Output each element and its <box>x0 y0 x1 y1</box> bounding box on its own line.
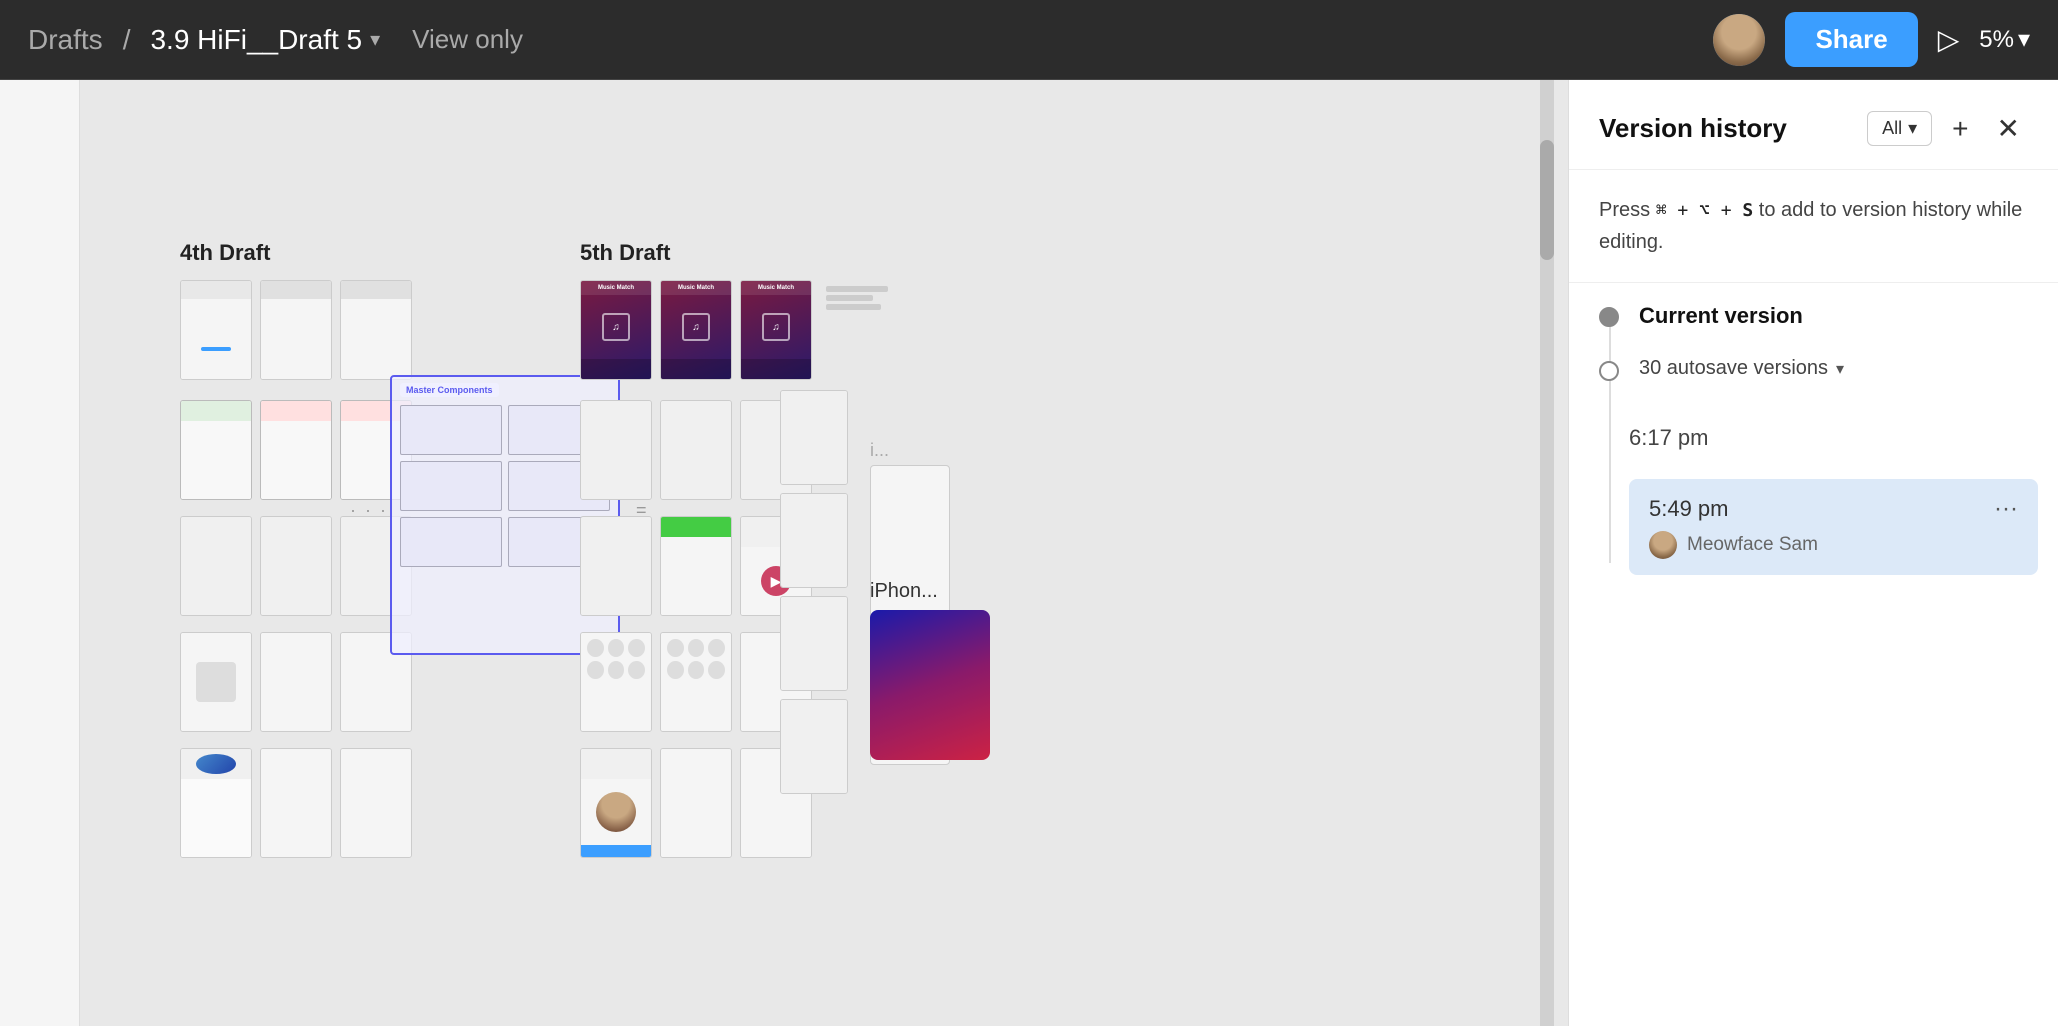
timeline-content-autosave: 30 autosave versions ▾ <box>1639 357 2028 380</box>
breadcrumb-separator: / <box>123 24 131 56</box>
version-history-panel: Version history All ▾ + ✕ Press ⌘ + ⌥ + … <box>1568 80 2058 1026</box>
scrollbar-track[interactable] <box>1540 80 1554 1026</box>
mockup-text-placeholder <box>820 280 910 380</box>
mockup-cell <box>580 748 652 858</box>
keyboard-shortcut: ⌘ + ⌥ + S <box>1656 200 1754 221</box>
panel-hint: Press ⌘ + ⌥ + S to add to version histor… <box>1569 170 2058 283</box>
version-more-button[interactable]: ··· <box>1994 495 2018 523</box>
panel-body[interactable]: Current version 30 autosave versions ▾ <box>1569 283 2058 1026</box>
autosave-chevron-icon: ▾ <box>1836 359 1844 379</box>
autosave-label: 30 autosave versions ▾ <box>1639 357 2028 380</box>
mockup-cell <box>660 516 732 616</box>
author-name: Meowface Sam <box>1687 534 1818 556</box>
timeline-dot <box>1599 361 1619 381</box>
draft5-row1: Music Match ♫ Music Match ♫ Music Match … <box>580 280 910 380</box>
draft5-label: 5th Draft <box>580 240 670 266</box>
mockup-cell <box>180 400 252 500</box>
avatar[interactable] <box>1713 14 1765 66</box>
breadcrumb-parent[interactable]: Drafts <box>28 24 103 56</box>
breadcrumb-current[interactable]: 3.9 HiFi__Draft 5 ▾ <box>150 24 380 56</box>
current-version-label: Current version <box>1639 303 2028 329</box>
left-sidebar <box>0 80 80 1026</box>
filter-button[interactable]: All ▾ <box>1867 111 1932 146</box>
draft5-rows-lower: ▶ <box>580 400 812 858</box>
mockup-cell <box>660 748 732 858</box>
current-version-item[interactable]: Current version <box>1599 303 2028 329</box>
mockup-cell <box>180 516 252 616</box>
mockup-cell <box>340 280 412 380</box>
mockup-cell <box>180 280 252 380</box>
mockup-cell <box>260 632 332 732</box>
gradient-phone <box>870 610 990 760</box>
canvas-area[interactable]: 4th Draft 5th Draft <box>0 80 1568 1026</box>
mockup-cell <box>260 516 332 616</box>
draft4-label: 4th Draft <box>180 240 270 266</box>
mockup-cell <box>580 400 652 500</box>
topbar-left: Drafts / 3.9 HiFi__Draft 5 ▾ View only <box>28 24 1713 56</box>
mockup-cell <box>340 748 412 858</box>
version-549-item[interactable]: 5:49 pm ··· Meowface Sam <box>1599 479 2028 575</box>
version-author: Meowface Sam <box>1649 531 2018 559</box>
main-layout: 4th Draft 5th Draft <box>0 80 2058 1026</box>
timeline: Current version 30 autosave versions ▾ <box>1599 303 2028 575</box>
mockup-cell <box>780 493 848 588</box>
mockup-dark-cell: Music Match ♫ <box>660 280 732 380</box>
close-panel-button[interactable]: ✕ <box>1989 108 2028 149</box>
mockup-cell <box>260 748 332 858</box>
panel-title: Version history <box>1599 113 1855 144</box>
panel-header: Version history All ▾ + ✕ <box>1569 80 2058 170</box>
mockup-cell <box>780 390 848 485</box>
draft4-rows-lower <box>180 400 412 858</box>
dots-separator: · · · <box>350 500 388 521</box>
mini-avatar <box>1649 531 1677 559</box>
mockup-cell <box>780 699 848 794</box>
topbar: Drafts / 3.9 HiFi__Draft 5 ▾ View only S… <box>0 0 2058 80</box>
mockup-dark-cell: Music Match ♫ <box>580 280 652 380</box>
share-button[interactable]: Share <box>1785 12 1917 67</box>
breadcrumb-chevron-icon: ▾ <box>370 27 380 52</box>
mockup-cell <box>580 516 652 616</box>
mockup-cell <box>660 632 732 732</box>
mockup-cell <box>580 632 652 732</box>
mockup-cell <box>180 632 252 732</box>
autosave-versions-item[interactable]: 30 autosave versions ▾ <box>1599 357 2028 381</box>
view-only-badge: View only <box>412 24 523 55</box>
mockup-cell <box>780 596 848 691</box>
draft4-row1 <box>180 280 412 380</box>
timeline-dot <box>1599 307 1619 327</box>
mockup-cell <box>260 400 332 500</box>
version-549-selected[interactable]: 5:49 pm ··· Meowface Sam <box>1629 479 2038 575</box>
version-617-item[interactable]: 6:17 pm <box>1629 409 2028 451</box>
play-button[interactable]: ▷ <box>1938 23 1960 56</box>
version-time-549: 5:49 pm <box>1649 496 1729 522</box>
version-time-617: 6:17 pm <box>1629 425 2028 451</box>
draft5-right-group <box>780 390 848 794</box>
timeline-content-current: Current version <box>1639 303 2028 329</box>
topbar-right: Share ▷ 5% ▾ <box>1713 12 2030 67</box>
canvas-content[interactable]: 4th Draft 5th Draft <box>80 80 1554 1026</box>
add-version-button[interactable]: + <box>1944 109 1976 149</box>
iphone-label: iPhon... <box>870 580 938 603</box>
timeline-content-617: 6:17 pm <box>1629 409 2028 451</box>
mockup-dark-cell: Music Match ♫ <box>740 280 812 380</box>
scrollbar-thumb[interactable] <box>1540 140 1554 260</box>
zoom-button[interactable]: 5% ▾ <box>1979 25 2030 54</box>
mockup-cell <box>180 748 252 858</box>
mockup-cell <box>260 280 332 380</box>
mockup-cell <box>660 400 732 500</box>
